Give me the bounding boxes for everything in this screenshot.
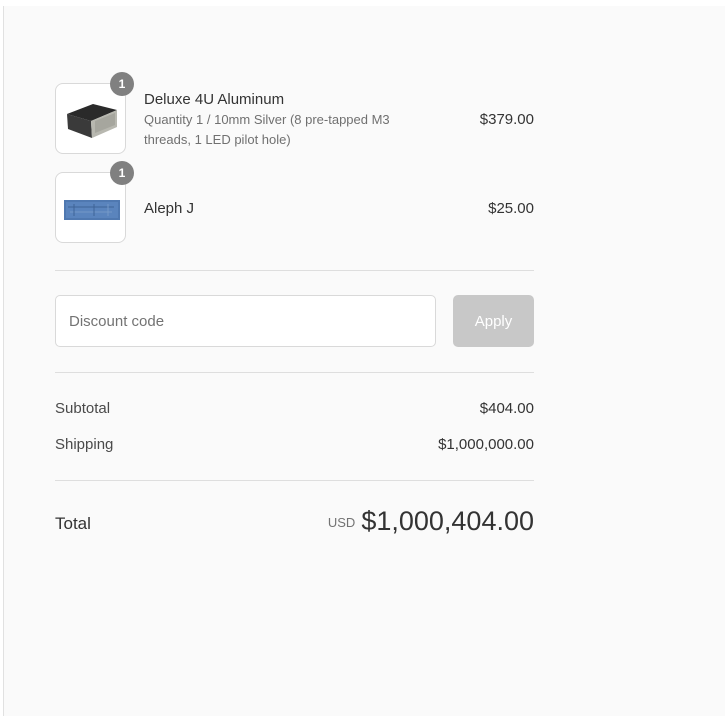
- product-price: $25.00: [488, 200, 534, 217]
- divider: [55, 480, 534, 481]
- divider: [55, 372, 534, 373]
- product-thumbnail: 1: [55, 72, 134, 154]
- divider: [55, 270, 534, 271]
- currency-code: USD: [327, 515, 356, 530]
- shipping-row: Shipping $1,000,000.00: [55, 436, 534, 456]
- total-label: Total: [55, 514, 91, 533]
- total-amount: $1,000,404.00: [361, 506, 534, 536]
- product-variant: Quantity 1 / 10mm Silver (8 pre-tapped M…: [144, 112, 390, 147]
- aluminum-enclosure-image: [67, 104, 117, 138]
- total-amount-group: USD $1,000,404.00: [328, 506, 534, 537]
- line-item: 1 Deluxe 4U Aluminum Quantity 1 / 10mm S…: [55, 72, 534, 157]
- product-name: Aleph J: [144, 200, 195, 217]
- subtotal-value: $404.00: [479, 400, 534, 417]
- subtotal-row: Subtotal $404.00: [55, 400, 534, 420]
- discount-code-input[interactable]: [55, 295, 436, 347]
- quantity-badge: 1: [110, 161, 134, 185]
- blue-pcb-image: [64, 200, 120, 220]
- order-summary-panel: 1 Deluxe 4U Aluminum Quantity 1 / 10mm S…: [3, 6, 725, 716]
- product-name: Deluxe 4U Aluminum: [144, 91, 285, 108]
- product-price: $379.00: [479, 111, 534, 128]
- shipping-value: $1,000,000.00: [438, 436, 534, 453]
- apply-discount-button[interactable]: Apply: [453, 295, 534, 347]
- quantity-badge: 1: [110, 72, 134, 96]
- line-item: 1 Aleph J $25.00: [55, 161, 534, 246]
- subtotal-label: Subtotal: [55, 400, 111, 417]
- shipping-label: Shipping: [55, 436, 114, 453]
- product-thumbnail: 1: [55, 161, 134, 243]
